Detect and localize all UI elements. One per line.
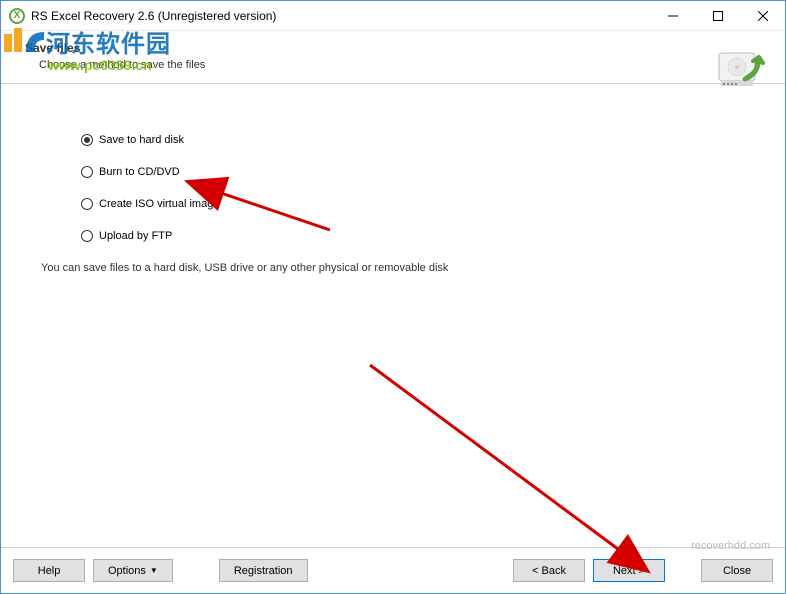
page-subtitle: Choose a method to save the files [39,59,761,71]
radio-label: Save to hard disk [99,134,184,146]
radio-hard-disk[interactable]: Save to hard disk [81,134,745,146]
radio-icon [81,166,93,178]
chevron-down-icon: ▼ [150,566,158,575]
minimize-button[interactable] [650,1,695,30]
radio-ftp[interactable]: Upload by FTP [81,230,745,242]
window-controls [650,1,785,30]
wizard-content: Save to hard disk Burn to CD/DVD Create … [1,84,785,547]
registration-button[interactable]: Registration [219,559,308,582]
radio-icon [81,198,93,210]
radio-icon [81,230,93,242]
app-icon: X [9,8,25,24]
wizard-footer: Help Options ▼ Registration < Back Next … [1,547,785,593]
maximize-button[interactable] [695,1,740,30]
radio-label: Upload by FTP [99,230,172,242]
hint-text: You can save files to a hard disk, USB d… [41,262,745,274]
radio-icon [81,134,93,146]
radio-label: Burn to CD/DVD [99,166,180,178]
page-title: Save files [25,41,761,55]
next-button[interactable]: Next > [593,559,665,582]
back-button[interactable]: < Back [513,559,585,582]
save-method-radios: Save to hard disk Burn to CD/DVD Create … [81,134,745,242]
help-button[interactable]: Help [13,559,85,582]
titlebar: X RS Excel Recovery 2.6 (Unregistered ve… [1,1,785,31]
radio-label: Create ISO virtual image [99,198,219,210]
options-label: Options [108,565,146,577]
close-window-button[interactable] [740,1,785,30]
window-title: RS Excel Recovery 2.6 (Unregistered vers… [31,9,650,23]
radio-cd-dvd[interactable]: Burn to CD/DVD [81,166,745,178]
wizard-header: Save files Choose a method to save the f… [1,31,785,84]
close-icon [758,11,768,21]
maximize-icon [713,11,723,21]
minimize-icon [668,11,678,21]
app-window: X RS Excel Recovery 2.6 (Unregistered ve… [0,0,786,594]
options-button[interactable]: Options ▼ [93,559,173,582]
radio-iso[interactable]: Create ISO virtual image [81,198,745,210]
footer-link: recoverhdd.com [691,540,770,552]
close-button[interactable]: Close [701,559,773,582]
